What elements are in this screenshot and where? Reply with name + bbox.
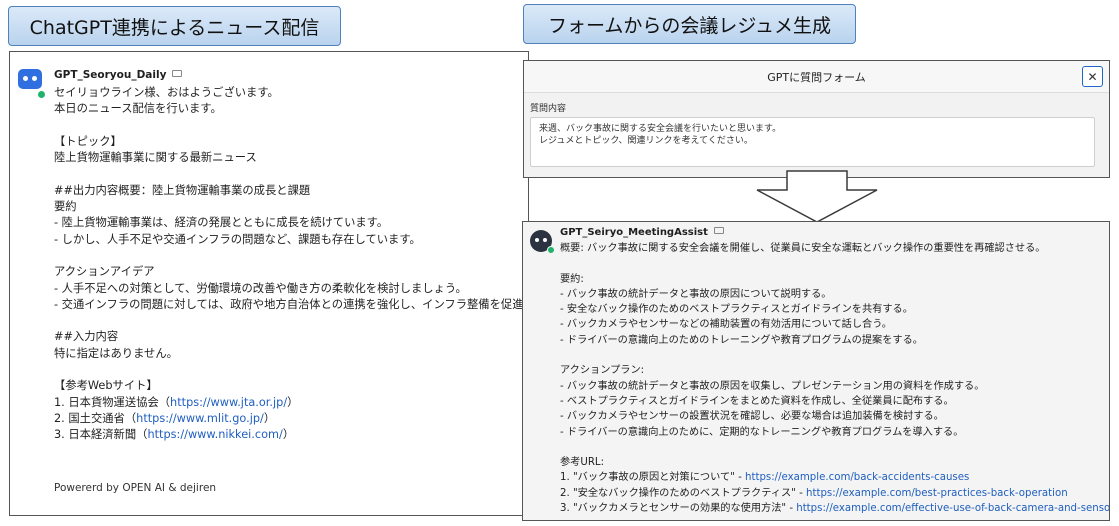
reference-link[interactable]: https://example.com/back-accidents-cause… bbox=[745, 472, 969, 483]
message-line: 要約 bbox=[54, 200, 77, 214]
message-line: - バック事故の統計データと事故の原因について説明する。 bbox=[560, 288, 832, 300]
message-line: - ベストプラクティスとガイドラインをまとめた資料を作成し、全従業員に配布する。 bbox=[560, 395, 954, 407]
reference-close: ） bbox=[287, 395, 299, 409]
reference-link[interactable]: https://www.jta.or.jp/ bbox=[170, 396, 287, 409]
callout-meeting-resume: フォームからの会議レジュメ生成 bbox=[523, 4, 856, 44]
powered-by-text: Powererd by OPEN AI & dejiren bbox=[54, 482, 217, 494]
question-textarea[interactable]: 来週、バック事故に関する安全会議を行いたいと思います。 レジュメとトピック、関連… bbox=[530, 117, 1095, 167]
message-line: 概要: バック事故に関する安全会議を開催し、従業員に安全な運転とバック操作の重要… bbox=[560, 243, 1046, 254]
reference-item: 3. 日本経済新聞（https://www.nikkei.com/） bbox=[54, 427, 524, 443]
reference-text: 1. 日本貨物運送協会（ bbox=[54, 395, 171, 409]
message-line: - 交通インフラの問題に対しては、政府や地方自治体との連携を強化し、インフラ整備… bbox=[54, 297, 524, 311]
reference-link[interactable]: https://example.com/best-practices-back-… bbox=[806, 488, 1068, 499]
close-icon: ✕ bbox=[1087, 69, 1098, 84]
reference-close: ） bbox=[282, 428, 295, 442]
app-badge-icon bbox=[172, 70, 183, 77]
avatar-eye bbox=[23, 76, 28, 81]
reference-text: 2. 国土交通省（ bbox=[54, 411, 137, 425]
message-line: アクションプラン: bbox=[560, 365, 645, 377]
message-line: - 安全なバック操作のためのベストプラクティスとガイドラインを共有する。 bbox=[560, 304, 913, 316]
message-line: 本日のニュース配信を行います。 bbox=[54, 102, 222, 116]
reference-link[interactable]: https://www.nikkei.com/ bbox=[147, 428, 282, 441]
message-line: 陸上貨物運輸事業に関する最新ニュース bbox=[54, 151, 257, 165]
news-message: セイリョウライン様、おはようございます。 本日のニュース配信を行います。 【トピック… bbox=[54, 85, 524, 444]
reference-link[interactable]: https://example.com/effective-use-of-bac… bbox=[796, 503, 1109, 514]
dialog-title: GPTに質問フォーム bbox=[767, 70, 866, 84]
bot-name-text: GPT_Seoryou_Daily bbox=[54, 69, 167, 81]
app-badge-icon bbox=[713, 227, 724, 234]
dialog-header: GPTに質問フォーム bbox=[524, 61, 1109, 93]
reference-item: 2. "安全なバック操作のためのベストプラクティス" - https://exa… bbox=[560, 486, 1109, 501]
message-line: 要約: bbox=[560, 273, 584, 285]
online-status-dot bbox=[37, 90, 46, 99]
close-button[interactable]: ✕ bbox=[1082, 66, 1103, 87]
bot-name: GPT_Seoryou_Daily bbox=[54, 69, 183, 81]
avatar-eye bbox=[32, 76, 37, 81]
bot-name-text: GPT_Seiryo_MeetingAssist bbox=[560, 227, 708, 238]
message-line: - 人手不足への対策として、労働環境の改善や働き方の柔軟化を検討しましょう。 bbox=[54, 281, 467, 295]
message-line: - バック事故の統計データと事故の原因を収集し、プレゼンテーション用の資料を作成… bbox=[560, 380, 985, 392]
message-line: - バックカメラやセンサーなどの補助装置の有効活用について話し合う。 bbox=[560, 319, 892, 331]
message-line: - ドライバーの意識向上のためのトレーニングや教育プログラムの提案をする。 bbox=[560, 334, 923, 346]
message-line: - しかし、人手不足や交通インフラの問題など、課題も存在しています。 bbox=[54, 232, 421, 246]
down-arrow-icon bbox=[756, 170, 878, 223]
callout-news-delivery: ChatGPT連携によるニュース配信 bbox=[8, 6, 341, 46]
meeting-message: 概要: バック事故に関する安全会議を開催し、従業員に安全な運転とバック操作の重要… bbox=[560, 241, 1109, 516]
meeting-chat-card: GPT_Seiryo_MeetingAssist 概要: バック事故に関する安全… bbox=[522, 221, 1110, 521]
reference-item: 3. "バックカメラとセンサーの効果的な使用方法" - https://exam… bbox=[560, 501, 1109, 516]
message-line: ##出力内容概要：陸上貨物運輸事業の成長と課題 bbox=[54, 183, 311, 197]
reference-item: 1. 日本貨物運送協会（https://www.jta.or.jp/） bbox=[54, 395, 524, 411]
bot-avatar bbox=[18, 69, 42, 89]
reference-text: 3. "バックカメラとセンサーの効果的な使用方法" - bbox=[560, 503, 797, 515]
avatar-eye bbox=[543, 238, 547, 242]
online-status-dot bbox=[547, 246, 555, 254]
reference-item: 2. 国土交通省（https://www.mlit.go.jp/） bbox=[54, 411, 524, 427]
bot-name: GPT_Seiryo_MeetingAssist bbox=[560, 227, 724, 238]
reference-link[interactable]: https://www.mlit.go.jp/ bbox=[136, 412, 264, 425]
reference-text: 2. "安全なバック操作のためのベストプラクティス" - bbox=[560, 487, 807, 499]
message-line: 【参考Webサイト】 bbox=[54, 379, 158, 393]
message-line: 特に指定はありません。 bbox=[54, 346, 178, 360]
message-line: - ドライバーの意識向上のために、定期的なトレーニングや教育プログラムを導入する… bbox=[560, 426, 964, 438]
reference-close: ） bbox=[263, 411, 276, 425]
message-line: セイリョウライン様、おはようございます。 bbox=[54, 86, 279, 99]
message-line: - バックカメラやセンサーの設置状況を確認し、必要な場合は追加装備を検討する。 bbox=[560, 411, 944, 423]
message-line: - 陸上貨物運輸事業は、経済の発展とともに成長を続けています。 bbox=[54, 216, 389, 230]
message-line: アクションアイデア bbox=[54, 265, 155, 279]
message-line: 参考URL: bbox=[560, 457, 605, 469]
question-form-dialog: GPTに質問フォーム ✕ 質問内容 来週、バック事故に関する安全会議を行いたいと… bbox=[523, 60, 1110, 178]
news-chat-card: GPT_Seoryou_Daily セイリョウライン様、おはようございます。 本日… bbox=[9, 51, 529, 516]
question-field-label: 質問内容 bbox=[530, 104, 567, 114]
avatar-eye bbox=[535, 238, 539, 242]
reference-text: 1. "バック事故の原因と対策について" - bbox=[560, 472, 745, 484]
message-line: ##入力内容 bbox=[54, 330, 119, 344]
reference-text: 3. 日本経済新聞（ bbox=[54, 428, 148, 442]
message-line: 【トピック】 bbox=[54, 134, 122, 148]
reference-item: 1. "バック事故の原因と対策について" - https://example.c… bbox=[560, 470, 1109, 485]
